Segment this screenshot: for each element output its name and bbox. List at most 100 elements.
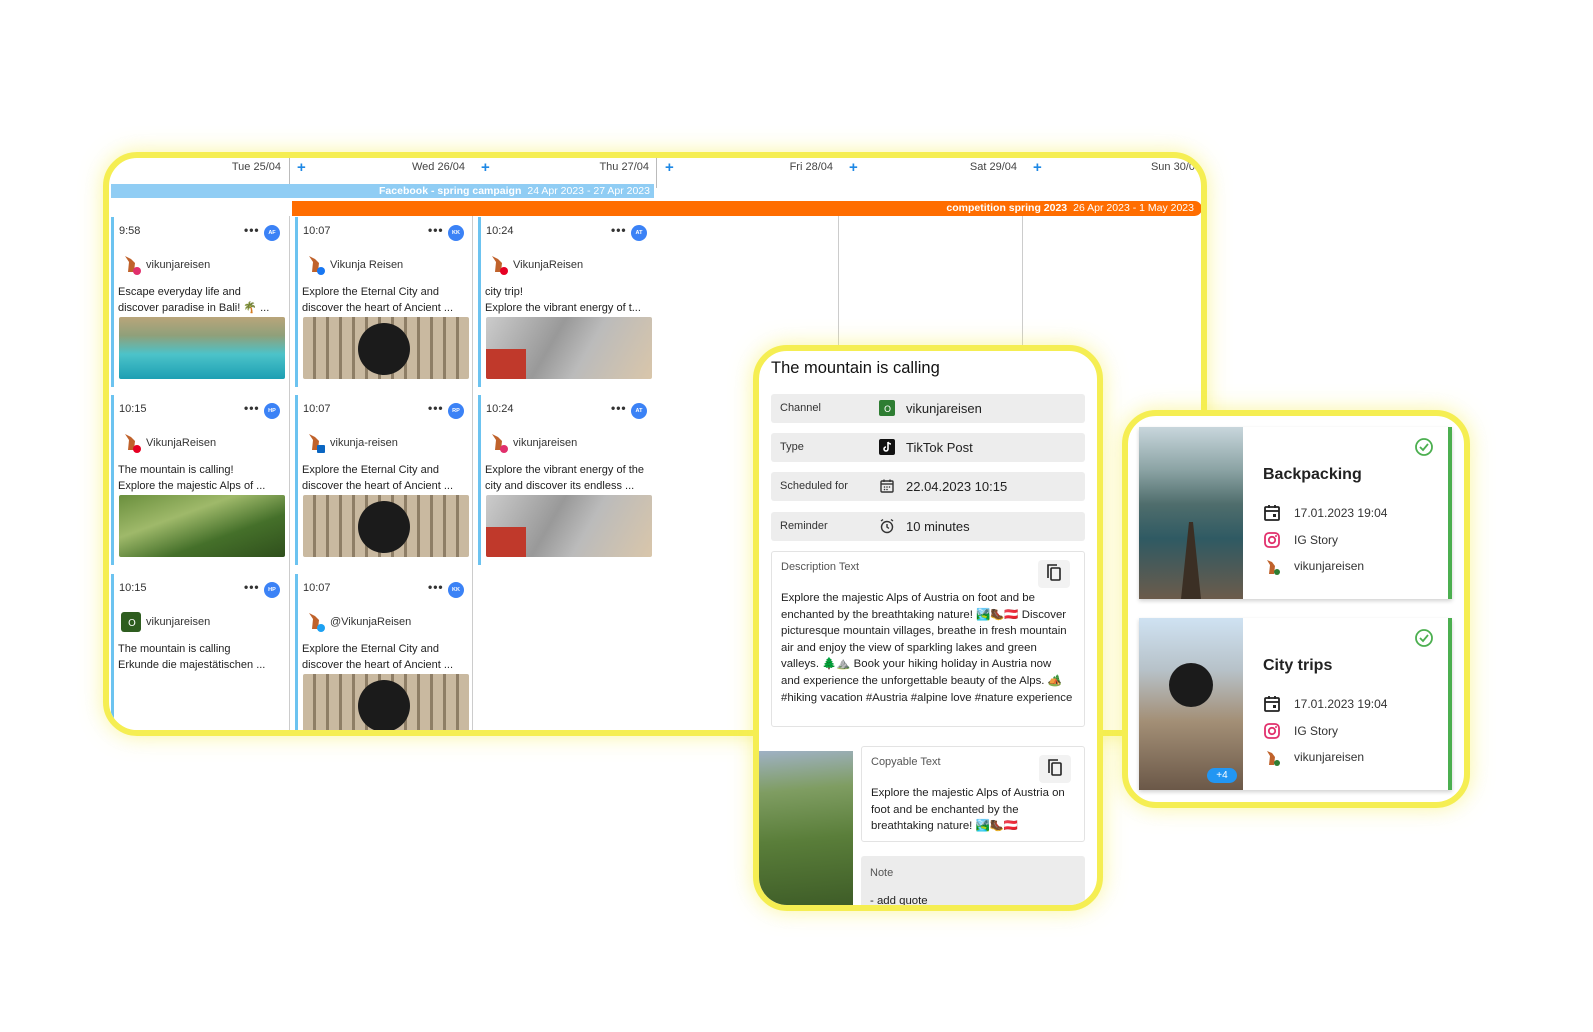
campaign-bar-facebook[interactable]: Facebook - spring campaign 24 Apr 2023 - … <box>111 184 654 198</box>
add-post-icon[interactable]: + <box>849 159 858 176</box>
calendar-icon <box>1264 696 1280 712</box>
post-channel-name: vikunja-reisen <box>330 437 398 449</box>
post-time: 10:07 <box>303 225 331 237</box>
add-post-icon[interactable]: + <box>297 159 306 176</box>
description-text: Explore the majestic Alps of Austria on … <box>781 592 1073 704</box>
day-header-thu: Thu 27/04 <box>599 161 649 173</box>
field-scheduled[interactable]: Scheduled for 22.04.2023 10:15 <box>771 472 1085 501</box>
more-options-icon[interactable]: ••• <box>428 580 444 594</box>
user-avatar: KK <box>448 582 464 598</box>
column-divider <box>289 216 290 730</box>
llama-logo-icon <box>1267 560 1280 575</box>
more-options-icon[interactable]: ••• <box>244 401 260 415</box>
card-image <box>1139 427 1243 599</box>
post-card[interactable]: 10:15 ••• HP VikunjaReisen The mountain … <box>111 395 285 565</box>
field-type[interactable]: Type TikTok Post <box>771 433 1085 462</box>
post-time: 10:24 <box>486 225 514 237</box>
field-value: 10 minutes <box>906 519 970 534</box>
note-label: Note <box>870 867 894 879</box>
post-text: Explore the vibrant energy of the city an… <box>485 464 644 492</box>
more-options-icon[interactable]: ••• <box>611 223 627 237</box>
post-card[interactable]: 9:58 ••• AF vikunjareisen Escape everyda… <box>111 217 285 387</box>
more-options-icon[interactable]: ••• <box>611 401 627 415</box>
board-card[interactable]: +4 City trips 17.01.2023 19:04 IG Story … <box>1139 618 1452 790</box>
more-images-badge[interactable]: +4 <box>1207 768 1237 783</box>
post-image-hiking <box>759 751 853 905</box>
campaign-bar-competition[interactable]: competition spring 2023 26 Apr 2023 - 1 M… <box>292 201 1201 216</box>
add-post-icon[interactable]: ⌐ <box>113 159 119 170</box>
llama-logo-icon <box>309 613 325 632</box>
user-avatar: HP <box>264 403 280 419</box>
post-card[interactable]: 10:07 ••• KK Vikunja Reisen Explore the … <box>295 217 469 387</box>
llama-logo-icon <box>492 434 508 453</box>
post-title: The mountain is calling <box>771 359 940 377</box>
campaign-name: competition spring 2023 <box>946 202 1068 214</box>
llama-logo-icon <box>309 434 325 453</box>
card-type: IG Story <box>1294 533 1339 547</box>
user-avatar: AT <box>631 403 647 419</box>
llama-logo-icon <box>492 256 508 275</box>
post-channel-name: vikunjareisen <box>513 437 578 449</box>
card-title: Backpacking <box>1263 466 1362 483</box>
add-post-icon[interactable]: + <box>1033 159 1042 176</box>
day-header-sat: Sat 29/04 <box>969 161 1017 173</box>
post-image <box>486 495 652 557</box>
board-card[interactable]: Backpacking 17.01.2023 19:04 IG Story vi… <box>1139 427 1452 599</box>
channel-logo-icon: O <box>121 612 141 632</box>
svg-text:O: O <box>884 405 891 415</box>
post-text: Explore the Eternal City and discover the… <box>302 464 454 492</box>
more-options-icon[interactable]: ••• <box>244 580 260 594</box>
post-channel-name: @VikunjaReisen <box>330 616 412 628</box>
svg-text:O: O <box>128 618 136 629</box>
post-channel-name: VikunjaReisen <box>513 259 584 271</box>
post-text: Escape everyday life and discover paradis… <box>118 286 270 314</box>
check-circle-icon <box>1415 438 1433 456</box>
llama-logo-icon <box>125 434 141 453</box>
field-reminder[interactable]: Reminder 10 minutes <box>771 512 1085 541</box>
more-options-icon[interactable]: ••• <box>244 223 260 237</box>
post-time: 10:07 <box>303 582 331 594</box>
card-channel: vikunjareisen <box>1294 559 1365 573</box>
post-card[interactable]: 10:07 ••• RP vikunja-reisen Explore the … <box>295 395 469 565</box>
post-image <box>119 317 285 379</box>
column-divider <box>656 158 657 188</box>
user-avatar: AF <box>264 225 280 241</box>
field-channel[interactable]: Channel O vikunjareisen <box>771 394 1085 423</box>
board-view-panel: Backpacking 17.01.2023 19:04 IG Story vi… <box>1122 410 1470 808</box>
post-text: Explore the Eternal City and discover the… <box>302 643 454 671</box>
alarm-icon <box>880 518 894 534</box>
field-label: Scheduled for <box>780 480 848 492</box>
add-post-icon[interactable]: + <box>665 159 674 176</box>
llama-logo-icon <box>125 256 141 275</box>
note-text: - add quote <box>870 895 928 907</box>
field-value: TikTok Post <box>906 440 973 455</box>
check-circle-icon <box>1415 629 1433 647</box>
channel-icon: O <box>879 400 895 416</box>
post-card[interactable]: 10:07 ••• KK @VikunjaReisen Explore the … <box>295 574 469 730</box>
copy-description-button[interactable] <box>1038 560 1070 588</box>
day-header-fri: Fri 28/04 <box>789 161 833 173</box>
llama-logo-icon <box>1267 751 1280 766</box>
post-time: 10:15 <box>119 403 147 415</box>
copy-icon <box>1047 564 1061 581</box>
post-image <box>119 495 285 557</box>
day-header-wed: Wed 26/04 <box>411 161 465 173</box>
more-options-icon[interactable]: ••• <box>428 401 444 415</box>
more-options-icon[interactable]: ••• <box>428 223 444 237</box>
add-post-icon[interactable]: + <box>481 159 490 176</box>
user-avatar: AT <box>631 225 647 241</box>
card-date: 17.01.2023 19:04 <box>1294 697 1388 711</box>
day-header-sun: Sun 30/0 <box>1150 161 1195 173</box>
card-date: 17.01.2023 19:04 <box>1294 506 1388 520</box>
post-card[interactable]: 10:15 ••• HP O vikunjareisen The mountai… <box>111 574 283 730</box>
post-time: 10:24 <box>486 403 514 415</box>
note-box[interactable]: Note - add quote <box>861 856 1085 907</box>
copy-copyable-button[interactable] <box>1039 755 1071 783</box>
post-card[interactable]: 10:24 ••• AT VikunjaReisen city trip! Exp… <box>478 217 652 387</box>
description-box: Description Text Explore the majestic Al… <box>771 551 1085 727</box>
post-card[interactable]: 10:24 ••• AT vikunjareisen Explore the v… <box>478 395 652 565</box>
post-time: 10:07 <box>303 403 331 415</box>
card-channel: vikunjareisen <box>1294 750 1365 764</box>
card-title: City trips <box>1263 657 1333 674</box>
calendar-icon <box>880 479 894 493</box>
